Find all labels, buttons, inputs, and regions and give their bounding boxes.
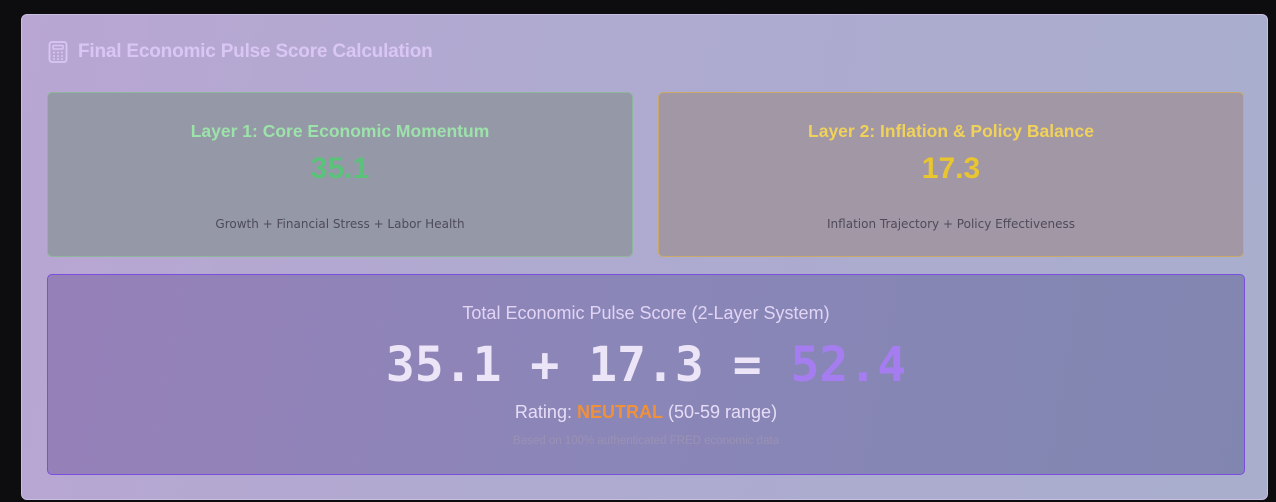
rating-value: NEUTRAL (576, 402, 663, 422)
calculator-icon (48, 41, 68, 63)
total-score-value: 52.4 (790, 337, 907, 393)
layer2-card: Layer 2: Inflation & Policy Balance 17.3… (658, 92, 1244, 257)
total-score-label: Total Economic Pulse Score (2-Layer Syst… (462, 303, 830, 323)
layer1-score: 35.1 (310, 152, 370, 185)
panel-header: Final Economic Pulse Score Calculation (48, 41, 433, 63)
equation-layer1-value: 35.1 (385, 337, 502, 393)
equation-plus-sign: + (530, 337, 560, 393)
score-equation: 35.1 + 17.3 = 52.4 (48, 336, 1244, 394)
equation-layer2-value: 17.3 (588, 337, 704, 393)
layer1-description: Growth + Financial Stress + Labor Health (215, 217, 465, 231)
total-score-card: Total Economic Pulse Score (2-Layer Syst… (47, 274, 1245, 475)
rating-line: Rating: NEUTRAL (50-59 range) (48, 402, 1244, 423)
score-calculation-panel: Final Economic Pulse Score Calculation L… (21, 14, 1268, 500)
layer2-score: 17.3 (921, 152, 981, 185)
layer1-card: Layer 1: Core Economic Momentum 35.1 Gro… (47, 92, 633, 257)
layer2-title: Layer 2: Inflation & Policy Balance (808, 121, 1094, 141)
layer1-title: Layer 1: Core Economic Momentum (190, 121, 490, 141)
rating-range: (50-59 range) (668, 402, 778, 422)
page-title: Final Economic Pulse Score Calculation (78, 41, 433, 62)
rating-prefix: Rating: (514, 402, 572, 422)
equation-equals-sign: = (732, 337, 762, 393)
data-source-note: Based on 100% authenticated FRED economi… (513, 435, 779, 447)
layer2-description: Inflation Trajectory + Policy Effectiven… (827, 217, 1075, 231)
